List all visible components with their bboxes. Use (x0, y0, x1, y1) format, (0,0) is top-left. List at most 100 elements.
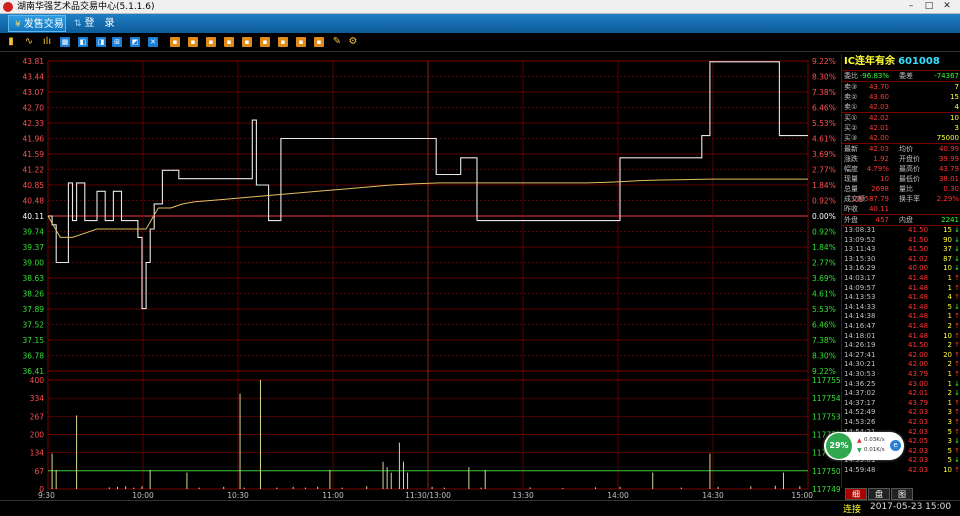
stat-label-2: 最高价 (899, 165, 920, 173)
ask-volume: 7 (954, 83, 959, 91)
upload-speed: 0.03K/s (864, 437, 885, 443)
minimize-button[interactable]: – (902, 1, 920, 12)
trade-price: 43.00 (908, 379, 929, 388)
gear-icon[interactable]: ⚙ (348, 37, 358, 47)
stat-label: 涨跌 (844, 155, 858, 163)
trade-direction-icon: ↑ (954, 341, 960, 350)
volume-right-tick-label: 117750 (812, 467, 840, 476)
bid-row: 买③ 42.00 75000 (842, 133, 960, 143)
percent-tick-label: 2.77% (812, 259, 836, 268)
tool-13-icon[interactable]: ▪ (296, 37, 306, 47)
trade-price: 42.03 (908, 418, 929, 426)
tool-2-icon[interactable]: ◨ (96, 37, 106, 47)
network-speed-widget[interactable]: 29% ▲ 0.03K/s ▼ 0.01K/s e (824, 432, 904, 460)
trade-price: 41.02 (908, 254, 929, 263)
tool-9-icon[interactable]: ▪ (224, 37, 234, 47)
time-tick-label: 14:00 (607, 491, 629, 500)
trade-direction-icon: ↓ (954, 456, 960, 465)
time-tick-label: 11:30/13:00 (405, 491, 451, 500)
percent-tick-label: 6.46% (812, 104, 836, 113)
stat-row: 最新 42.03 均价 40.99 (842, 144, 960, 154)
volume-right-tick-label: 117753 (812, 412, 840, 421)
price-tick-label: 41.59 (23, 150, 45, 159)
price-tick-label: 41.96 (23, 135, 45, 144)
tool-8-icon[interactable]: ▪ (206, 37, 216, 47)
intraday-chart: 43.81 9.22% 43.44 8.30% 43.07 7.38% 42.70 6.46%… (0, 54, 840, 500)
app-logo-icon (3, 2, 13, 12)
trade-volume: 20 (943, 350, 952, 359)
trade-row: 14:13:53 41.48 4 ↑ (842, 293, 960, 303)
tab-trading[interactable]: ¥ 发售交易 (8, 15, 66, 32)
trade-price: 42.01 (908, 389, 929, 398)
percent-tick-label: 5.53% (812, 305, 836, 314)
volume-tick-label: 200 (30, 431, 45, 440)
stat-row: 成交额 110587.79 换手率 2.29% (842, 194, 960, 204)
trade-time: 14:53:26 (844, 418, 876, 426)
ask-label: 卖① (844, 103, 858, 111)
trade-volume: 5 (947, 456, 952, 465)
tool-6-icon[interactable]: ▪ (170, 37, 180, 47)
trade-price: 41.50 (908, 245, 929, 254)
close-button[interactable]: ✕ (938, 1, 956, 12)
price-tick-label: 37.89 (23, 305, 45, 314)
tool-14-icon[interactable]: ▪ (314, 37, 324, 47)
price-tick-label: 40.48 (23, 197, 45, 206)
outer-value: 457 (875, 216, 889, 224)
tool-3-icon[interactable]: ⊞ (112, 37, 122, 47)
trade-direction-icon: ↑ (954, 293, 960, 302)
stat-row: 现量 10 最低价 38.01 (842, 174, 960, 184)
calculator-icon[interactable]: ▦ (60, 37, 70, 47)
tool-5-icon[interactable]: ✕ (148, 37, 158, 47)
trade-volume: 10 (943, 331, 952, 340)
trade-price: 41.48 (908, 302, 929, 311)
trade-direction-icon: ↓ (954, 389, 960, 398)
order-diff-label: 委差 (899, 72, 913, 80)
trade-volume: 87 (943, 254, 952, 263)
ask-label: 卖③ (844, 83, 858, 91)
instrument-header: IC连年有余 601008 (842, 54, 960, 70)
tool-10-icon[interactable]: ▪ (242, 37, 252, 47)
trade-time: 14:37:17 (844, 398, 876, 407)
candle-icon[interactable]: ılı (42, 37, 52, 47)
maximize-button[interactable]: □ (920, 1, 938, 12)
tab-detail[interactable]: 细 (845, 488, 867, 500)
trade-row: 13:09:52 41.50 90 ↓ (842, 236, 960, 246)
trade-time: 13:08:31 (844, 226, 876, 234)
order-ratio-label: 委比 (844, 72, 858, 80)
window-title: 湖南华强艺术品交易中心(5.1.1.6) (17, 2, 155, 12)
trade-row: 14:03:17 41.48 1 ↑ (842, 274, 960, 284)
tool-1-icon[interactable]: ◧ (78, 37, 88, 47)
trade-direction-icon: ↑ (954, 350, 960, 359)
tab-login-label: 登 录 (84, 18, 115, 29)
percent-tick-label: 4.61% (812, 290, 836, 299)
tab-login[interactable]: ⇅ 登 录 (68, 15, 118, 32)
percent-tick-label: 1.84% (812, 181, 836, 190)
trade-direction-icon: ↓ (954, 235, 960, 244)
stat-row: 昨收 40.11 (842, 204, 960, 214)
pencil-icon[interactable]: ✎ (332, 37, 342, 47)
stat-value-2: 43.79 (938, 165, 959, 173)
trade-volume: 15 (943, 226, 952, 234)
trade-price: 42.03 (908, 446, 929, 455)
tool-4-icon[interactable]: ◩ (130, 37, 140, 47)
outer-label: 外盘 (844, 216, 858, 224)
tab-chart[interactable]: 图 (891, 488, 913, 500)
bar-chart-icon[interactable]: ▮ (6, 37, 16, 47)
trade-price: 41.48 (908, 274, 929, 282)
tab-book[interactable]: 盘 (868, 488, 890, 500)
instrument-name: IC连年有余 (844, 56, 896, 67)
price-tick-label: 38.63 (23, 274, 45, 283)
percent-tick-label: 9.22% (812, 57, 836, 66)
trade-volume: 4 (947, 293, 952, 302)
tool-7-icon[interactable]: ▪ (188, 37, 198, 47)
tool-11-icon[interactable]: ▪ (260, 37, 270, 47)
time-tick-label: 11:00 (322, 491, 344, 500)
trade-time: 14:27:41 (844, 350, 876, 359)
price-tick-label: 36.41 (23, 367, 45, 376)
trade-volume: 1 (947, 398, 952, 407)
trade-volume: 1 (947, 370, 952, 378)
trade-row: 14:14:33 41.48 5 ↓ (842, 303, 960, 313)
line-chart-icon[interactable]: ∿ (24, 37, 34, 47)
chart-canvas: 43.81 9.22% 43.44 8.30% 43.07 7.38% 42.70 6.46%… (23, 57, 840, 500)
tool-12-icon[interactable]: ▪ (278, 37, 288, 47)
